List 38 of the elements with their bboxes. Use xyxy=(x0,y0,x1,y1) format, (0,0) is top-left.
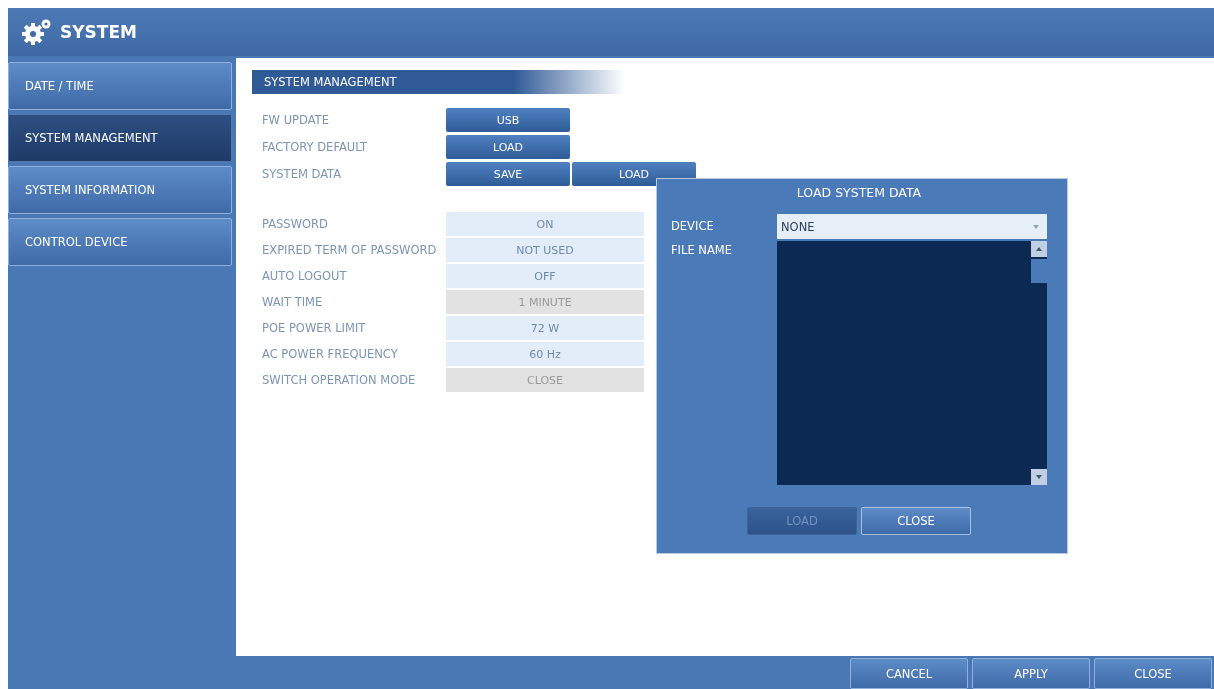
sidebar-item[interactable]: SYSTEM INFORMATION xyxy=(8,166,232,214)
action-button[interactable]: USB xyxy=(446,108,570,132)
setting-value[interactable]: ON xyxy=(446,212,644,236)
setting-label: EXPIRED TERM OF PASSWORD xyxy=(261,243,438,257)
setting-label: WAIT TIME xyxy=(261,295,324,309)
sidebar-item[interactable]: CONTROL DEVICE xyxy=(8,218,232,266)
scroll-thumb[interactable] xyxy=(1031,259,1047,283)
setting-label: AC POWER FREQUENCY xyxy=(261,347,399,361)
setting-value[interactable]: NOT USED xyxy=(446,238,644,262)
sidebar-item[interactable]: SYSTEM MANAGEMENT xyxy=(8,114,232,162)
footer-button[interactable]: CANCEL xyxy=(850,658,968,689)
window-title: SYSTEM xyxy=(60,22,137,42)
footer-button[interactable]: APPLY xyxy=(972,658,1090,689)
dialog-title: LOAD SYSTEM DATA xyxy=(795,185,923,200)
setting-label: FW UPDATE xyxy=(261,113,330,127)
scroll-down-icon xyxy=(1036,475,1042,479)
footer-button[interactable]: CLOSE xyxy=(1094,658,1212,689)
dialog-button[interactable]: CLOSE xyxy=(861,507,971,535)
action-button[interactable]: SAVE xyxy=(446,162,570,186)
device-dropdown[interactable]: NONE xyxy=(777,214,1047,239)
setting-label: SWITCH OPERATION MODE xyxy=(261,373,417,387)
caret-icon xyxy=(1033,224,1039,229)
setting-label: POE POWER LIMIT xyxy=(261,321,367,335)
gear-icon xyxy=(20,18,52,46)
setting-value[interactable]: OFF xyxy=(446,264,644,288)
setting-label: PASSWORD xyxy=(261,217,329,231)
setting-label: AUTO LOGOUT xyxy=(261,269,348,283)
scroll-up-icon xyxy=(1036,247,1042,251)
setting-value[interactable]: 72 W xyxy=(446,316,644,340)
setting-value[interactable]: 60 Hz xyxy=(446,342,644,366)
setting-label: FACTORY DEFAULT xyxy=(261,140,369,154)
action-button[interactable]: LOAD xyxy=(446,135,570,159)
device-label: DEVICE xyxy=(671,219,715,233)
sidebar-item[interactable]: DATE / TIME xyxy=(8,62,232,110)
section-header: SYSTEM MANAGEMENT xyxy=(252,70,625,94)
setting-label: SYSTEM DATA xyxy=(261,167,343,181)
scrollbar[interactable] xyxy=(1031,241,1047,485)
file-name-label: FILE NAME xyxy=(671,243,733,257)
